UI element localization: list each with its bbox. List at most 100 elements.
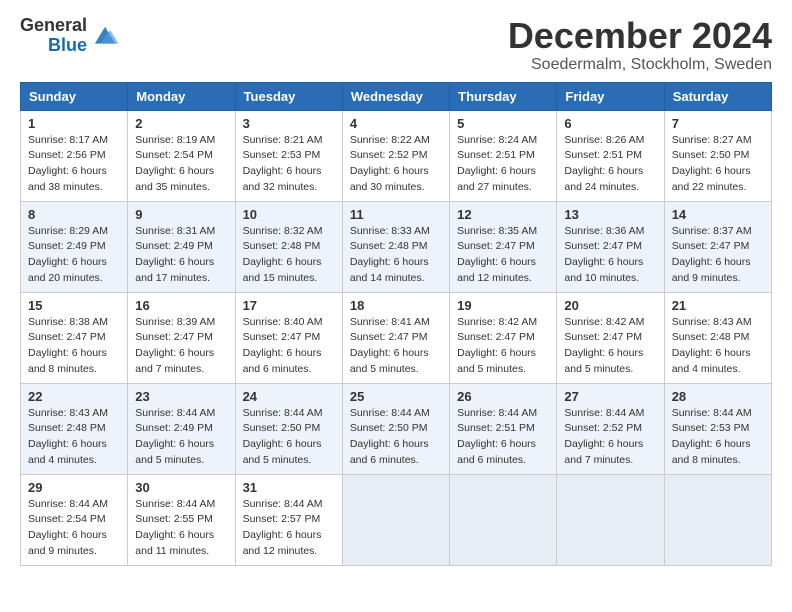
day-info: Sunrise: 8:26 AM Sunset: 2:51 PM Dayligh… (564, 133, 656, 196)
week-row-5: 29 Sunrise: 8:44 AM Sunset: 2:54 PM Dayl… (21, 474, 772, 565)
daylight-label: Daylight: 6 hours and 7 minutes. (135, 347, 214, 375)
sunrise-label: Sunrise: 8:42 AM (457, 316, 537, 328)
sunset-label: Sunset: 2:49 PM (135, 422, 213, 434)
sunset-label: Sunset: 2:54 PM (135, 149, 213, 161)
sunrise-label: Sunrise: 8:26 AM (564, 134, 644, 146)
daylight-label: Daylight: 6 hours and 6 minutes. (243, 347, 322, 375)
sunset-label: Sunset: 2:48 PM (28, 422, 106, 434)
day-number: 6 (564, 116, 656, 131)
day-info: Sunrise: 8:24 AM Sunset: 2:51 PM Dayligh… (457, 133, 549, 196)
sunset-label: Sunset: 2:52 PM (350, 149, 428, 161)
week-row-4: 22 Sunrise: 8:43 AM Sunset: 2:48 PM Dayl… (21, 383, 772, 474)
calendar-cell: 16 Sunrise: 8:39 AM Sunset: 2:47 PM Dayl… (128, 292, 235, 383)
sunset-label: Sunset: 2:51 PM (457, 422, 535, 434)
day-number: 13 (564, 207, 656, 222)
calendar-cell: 17 Sunrise: 8:40 AM Sunset: 2:47 PM Dayl… (235, 292, 342, 383)
sunrise-label: Sunrise: 8:44 AM (350, 407, 430, 419)
day-number: 21 (672, 298, 764, 313)
daylight-label: Daylight: 6 hours and 9 minutes. (28, 529, 107, 557)
sunrise-label: Sunrise: 8:32 AM (243, 225, 323, 237)
daylight-label: Daylight: 6 hours and 35 minutes. (135, 165, 214, 193)
day-number: 20 (564, 298, 656, 313)
daylight-label: Daylight: 6 hours and 22 minutes. (672, 165, 751, 193)
calendar-cell: 13 Sunrise: 8:36 AM Sunset: 2:47 PM Dayl… (557, 201, 664, 292)
daylight-label: Daylight: 6 hours and 9 minutes. (672, 256, 751, 284)
day-number: 15 (28, 298, 120, 313)
sunrise-label: Sunrise: 8:27 AM (672, 134, 752, 146)
day-info: Sunrise: 8:40 AM Sunset: 2:47 PM Dayligh… (243, 315, 335, 378)
header-sunday: Sunday (21, 82, 128, 110)
day-number: 30 (135, 480, 227, 495)
day-number: 23 (135, 389, 227, 404)
daylight-label: Daylight: 6 hours and 8 minutes. (28, 347, 107, 375)
calendar-table: SundayMondayTuesdayWednesdayThursdayFrid… (20, 82, 772, 566)
day-number: 28 (672, 389, 764, 404)
sunset-label: Sunset: 2:49 PM (135, 240, 213, 252)
daylight-label: Daylight: 6 hours and 5 minutes. (135, 438, 214, 466)
header-thursday: Thursday (450, 82, 557, 110)
sunset-label: Sunset: 2:50 PM (350, 422, 428, 434)
day-info: Sunrise: 8:44 AM Sunset: 2:50 PM Dayligh… (350, 406, 442, 469)
sunrise-label: Sunrise: 8:24 AM (457, 134, 537, 146)
title-area: December 2024 Soedermalm, Stockholm, Swe… (508, 16, 772, 74)
day-number: 12 (457, 207, 549, 222)
sunrise-label: Sunrise: 8:29 AM (28, 225, 108, 237)
daylight-label: Daylight: 6 hours and 32 minutes. (243, 165, 322, 193)
logo: General Blue (20, 16, 119, 56)
calendar-cell: 22 Sunrise: 8:43 AM Sunset: 2:48 PM Dayl… (21, 383, 128, 474)
day-number: 7 (672, 116, 764, 131)
subtitle: Soedermalm, Stockholm, Sweden (508, 56, 772, 74)
calendar-cell: 19 Sunrise: 8:42 AM Sunset: 2:47 PM Dayl… (450, 292, 557, 383)
day-number: 25 (350, 389, 442, 404)
calendar-cell: 25 Sunrise: 8:44 AM Sunset: 2:50 PM Dayl… (342, 383, 449, 474)
sunset-label: Sunset: 2:48 PM (672, 331, 750, 343)
calendar-cell: 29 Sunrise: 8:44 AM Sunset: 2:54 PM Dayl… (21, 474, 128, 565)
calendar-cell: 7 Sunrise: 8:27 AM Sunset: 2:50 PM Dayli… (664, 110, 771, 201)
calendar-cell (557, 474, 664, 565)
sunrise-label: Sunrise: 8:38 AM (28, 316, 108, 328)
sunrise-label: Sunrise: 8:35 AM (457, 225, 537, 237)
week-row-1: 1 Sunrise: 8:17 AM Sunset: 2:56 PM Dayli… (21, 110, 772, 201)
calendar-cell (342, 474, 449, 565)
sunset-label: Sunset: 2:47 PM (564, 331, 642, 343)
day-number: 29 (28, 480, 120, 495)
day-number: 16 (135, 298, 227, 313)
calendar-cell: 21 Sunrise: 8:43 AM Sunset: 2:48 PM Dayl… (664, 292, 771, 383)
sunset-label: Sunset: 2:57 PM (243, 513, 321, 525)
day-info: Sunrise: 8:36 AM Sunset: 2:47 PM Dayligh… (564, 224, 656, 287)
calendar-cell: 3 Sunrise: 8:21 AM Sunset: 2:53 PM Dayli… (235, 110, 342, 201)
sunset-label: Sunset: 2:47 PM (457, 331, 535, 343)
header-saturday: Saturday (664, 82, 771, 110)
day-info: Sunrise: 8:27 AM Sunset: 2:50 PM Dayligh… (672, 133, 764, 196)
main-title: December 2024 (508, 16, 772, 56)
calendar-cell: 24 Sunrise: 8:44 AM Sunset: 2:50 PM Dayl… (235, 383, 342, 474)
day-number: 8 (28, 207, 120, 222)
sunset-label: Sunset: 2:53 PM (243, 149, 321, 161)
day-info: Sunrise: 8:44 AM Sunset: 2:55 PM Dayligh… (135, 497, 227, 560)
day-number: 24 (243, 389, 335, 404)
daylight-label: Daylight: 6 hours and 11 minutes. (135, 529, 214, 557)
header-friday: Friday (557, 82, 664, 110)
logo-blue-text: Blue (48, 36, 87, 56)
day-info: Sunrise: 8:38 AM Sunset: 2:47 PM Dayligh… (28, 315, 120, 378)
calendar-cell: 23 Sunrise: 8:44 AM Sunset: 2:49 PM Dayl… (128, 383, 235, 474)
sunrise-label: Sunrise: 8:44 AM (564, 407, 644, 419)
sunrise-label: Sunrise: 8:37 AM (672, 225, 752, 237)
day-number: 14 (672, 207, 764, 222)
calendar-cell: 10 Sunrise: 8:32 AM Sunset: 2:48 PM Dayl… (235, 201, 342, 292)
sunrise-label: Sunrise: 8:42 AM (564, 316, 644, 328)
day-number: 19 (457, 298, 549, 313)
day-info: Sunrise: 8:32 AM Sunset: 2:48 PM Dayligh… (243, 224, 335, 287)
week-row-3: 15 Sunrise: 8:38 AM Sunset: 2:47 PM Dayl… (21, 292, 772, 383)
daylight-label: Daylight: 6 hours and 12 minutes. (457, 256, 536, 284)
day-info: Sunrise: 8:44 AM Sunset: 2:53 PM Dayligh… (672, 406, 764, 469)
sunset-label: Sunset: 2:56 PM (28, 149, 106, 161)
sunrise-label: Sunrise: 8:22 AM (350, 134, 430, 146)
sunrise-label: Sunrise: 8:44 AM (457, 407, 537, 419)
daylight-label: Daylight: 6 hours and 30 minutes. (350, 165, 429, 193)
daylight-label: Daylight: 6 hours and 17 minutes. (135, 256, 214, 284)
calendar-cell: 2 Sunrise: 8:19 AM Sunset: 2:54 PM Dayli… (128, 110, 235, 201)
daylight-label: Daylight: 6 hours and 5 minutes. (564, 347, 643, 375)
day-number: 3 (243, 116, 335, 131)
calendar-cell: 9 Sunrise: 8:31 AM Sunset: 2:49 PM Dayli… (128, 201, 235, 292)
